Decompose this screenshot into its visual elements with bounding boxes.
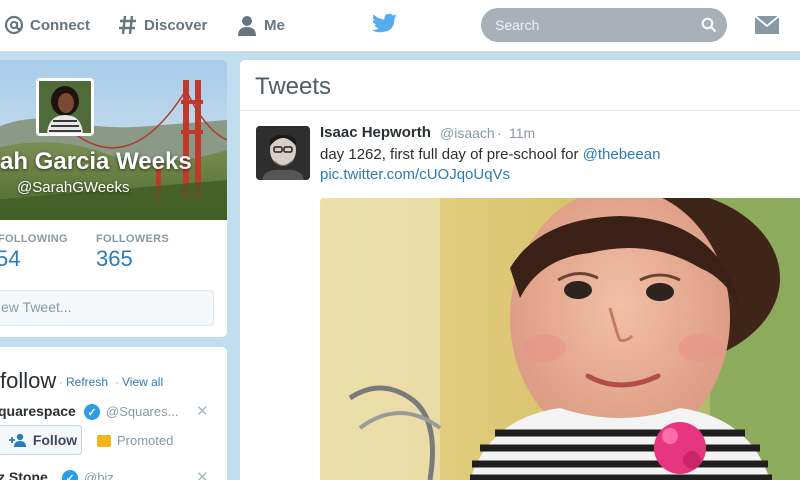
profile-avatar[interactable] — [36, 78, 94, 136]
following-label: FOLLOWING — [0, 233, 68, 245]
verified-badge-icon: ✓ — [62, 470, 78, 480]
follow-button-label: Follow — [32, 432, 78, 448]
twitter-bird-icon[interactable] — [372, 13, 398, 40]
divider — [240, 110, 800, 111]
promoted-icon — [97, 434, 111, 447]
dismiss-icon[interactable]: ✕ — [196, 468, 209, 480]
view-all-link[interactable]: View all — [122, 375, 163, 389]
who-to-follow-title: follow — [0, 368, 57, 393]
verified-badge-icon: ✓ — [84, 404, 100, 420]
following-count[interactable]: 54 — [0, 246, 20, 272]
promoted-label: Promoted — [117, 433, 174, 448]
add-person-icon — [8, 433, 26, 447]
suggestion-handle[interactable]: @biz — [84, 470, 114, 480]
tweet-timestamp[interactable]: 11m — [509, 125, 535, 141]
tweet-author-name[interactable]: Isaac Hepworth — [320, 124, 431, 141]
profile-handle[interactable]: @SarahGWeeks — [17, 179, 130, 196]
suggestion-name[interactable]: z Stone — [0, 469, 48, 480]
refresh-link[interactable]: Refresh — [66, 375, 108, 389]
separator-dot: · — [497, 125, 502, 141]
tweet-mention-link[interactable]: @thebeean — [583, 146, 661, 163]
person-icon — [236, 14, 258, 36]
compose-tweet-box[interactable]: ew Tweet... — [0, 290, 214, 326]
top-navigation-bar: Connect Discover Me — [0, 0, 800, 52]
profile-name[interactable]: ah Garcia Weeks — [0, 148, 192, 176]
nav-discover-label: Discover — [144, 16, 208, 34]
tweet-text: day 1262, first full day of pre-school f… — [320, 146, 660, 163]
promoted-tag: Promoted — [97, 433, 173, 448]
separator-dot: · — [115, 375, 119, 389]
at-icon — [4, 15, 24, 35]
search-icon[interactable] — [701, 17, 717, 38]
nav-connect[interactable]: Connect — [4, 0, 90, 50]
dismiss-icon[interactable]: ✕ — [196, 402, 209, 420]
separator-dot: · — [59, 375, 63, 389]
search-input[interactable] — [495, 17, 695, 33]
nav-discover[interactable]: Discover — [118, 0, 207, 50]
nav-me[interactable]: Me — [236, 0, 285, 50]
profile-banner — [0, 60, 227, 220]
tweet-photo[interactable] — [320, 198, 800, 480]
followers-count[interactable]: 365 — [96, 246, 133, 272]
followers-label: FOLLOWERS — [96, 233, 169, 245]
tweet-body: day 1262, first full day of pre-school f… — [320, 146, 583, 163]
suggestion-handle[interactable]: @Squares... — [106, 404, 178, 419]
tweet-pic-link[interactable]: pic.twitter.com/cUOJqoUqVs — [320, 166, 510, 183]
nav-me-label: Me — [264, 16, 285, 34]
tweet-author-handle[interactable]: @isaach — [440, 125, 495, 141]
search-box[interactable] — [481, 8, 727, 42]
hashtag-icon — [118, 14, 138, 36]
nav-connect-label: Connect — [30, 16, 90, 34]
tweets-header: Tweets — [255, 73, 332, 100]
suggestion-name[interactable]: quarespace — [0, 403, 76, 419]
follow-button[interactable]: Follow — [0, 425, 82, 455]
tweet-author-avatar[interactable] — [256, 126, 310, 180]
envelope-icon[interactable] — [754, 15, 780, 40]
